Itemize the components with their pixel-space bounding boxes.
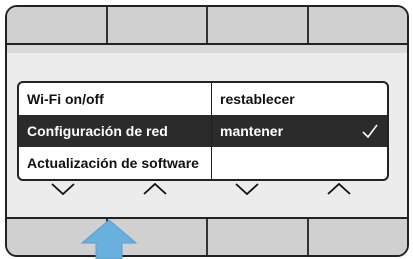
option-item-keep[interactable]: mantener — [212, 115, 387, 147]
menu-item-software-update[interactable]: Actualización de software — [19, 147, 211, 179]
menu-item-label: Wi-Fi on/off — [27, 91, 104, 107]
option-item-reset[interactable]: restablecer — [212, 83, 387, 115]
menu-item-wifi[interactable]: Wi-Fi on/off — [19, 83, 211, 115]
nav-arrow-4[interactable] — [293, 178, 385, 200]
checkmark-icon — [362, 124, 378, 139]
top-softkey-3[interactable] — [208, 7, 309, 43]
top-gap-strip — [7, 45, 407, 53]
top-softkey-row — [7, 7, 407, 45]
nav-arrow-1[interactable] — [17, 178, 109, 200]
nav-arrow-2[interactable] — [109, 178, 201, 200]
menu-item-label: Configuración de red — [27, 123, 168, 139]
top-softkey-4[interactable] — [308, 7, 407, 43]
navigation-arrows — [17, 178, 385, 200]
chevron-up-icon — [143, 182, 167, 195]
chevron-up-icon — [327, 182, 351, 195]
menu-panel: Wi-Fi on/off Configuración de red Actual… — [17, 81, 389, 181]
bottom-softkey-4[interactable] — [308, 219, 407, 255]
option-item-empty — [212, 147, 387, 179]
bottom-softkey-3[interactable] — [208, 219, 309, 255]
nav-arrow-3[interactable] — [201, 178, 293, 200]
top-softkey-2[interactable] — [107, 7, 208, 43]
bottom-softkey-row — [7, 217, 407, 255]
option-item-label: restablecer — [220, 91, 295, 107]
menu-right-column: restablecer mantener — [212, 83, 387, 179]
option-item-label: mantener — [220, 123, 284, 139]
menu-item-network-config[interactable]: Configuración de red — [19, 115, 211, 147]
top-softkey-1[interactable] — [7, 7, 108, 43]
menu-left-column: Wi-Fi on/off Configuración de red Actual… — [19, 83, 212, 179]
chevron-down-icon — [235, 183, 259, 196]
menu-item-label: Actualización de software — [27, 155, 199, 171]
arrow-up-icon — [80, 219, 138, 259]
chevron-down-icon — [51, 183, 75, 196]
